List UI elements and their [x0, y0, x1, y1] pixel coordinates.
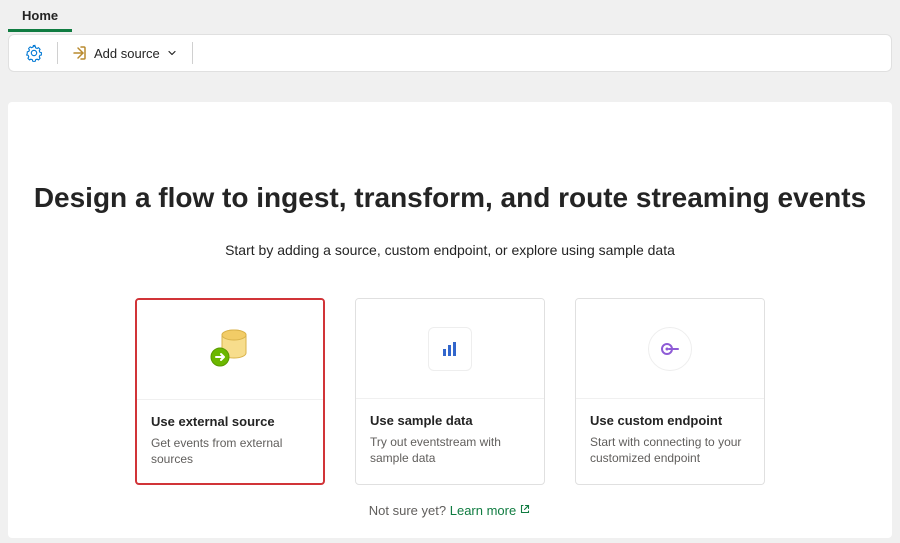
card-external-source[interactable]: Use external source Get events from exte…: [135, 298, 325, 485]
toolbar-wrap: Add source: [0, 32, 900, 72]
card-desc: Start with connecting to your customized…: [590, 434, 750, 466]
card-row: Use external source Get events from exte…: [8, 298, 892, 485]
toolbar: Add source: [8, 34, 892, 72]
bar-chart-icon: [428, 327, 472, 371]
database-arrow-icon: [204, 321, 256, 378]
card-sample-data[interactable]: Use sample data Try out eventstream with…: [355, 298, 545, 485]
external-link-icon: [519, 503, 531, 518]
card-body: Use external source Get events from exte…: [137, 400, 323, 483]
page-headline: Design a flow to ingest, transform, and …: [8, 182, 892, 214]
card-title: Use external source: [151, 414, 309, 429]
add-source-button[interactable]: Add source: [64, 39, 186, 67]
toolbar-separator: [192, 42, 193, 64]
settings-button[interactable]: [17, 39, 51, 67]
card-desc: Get events from external sources: [151, 435, 309, 467]
card-icon-area: [356, 299, 544, 399]
card-title: Use custom endpoint: [590, 413, 750, 428]
card-custom-endpoint[interactable]: Use custom endpoint Start with connectin…: [575, 298, 765, 485]
learn-more-link[interactable]: Learn more: [450, 503, 531, 518]
add-source-icon: [72, 45, 88, 61]
tab-home[interactable]: Home: [8, 0, 72, 32]
card-body: Use custom endpoint Start with connectin…: [576, 399, 764, 482]
gear-icon: [25, 44, 43, 62]
main-content: Design a flow to ingest, transform, and …: [8, 102, 892, 538]
tab-bar: Home: [0, 0, 900, 32]
card-icon-area: [137, 300, 323, 400]
learn-more-label: Learn more: [450, 503, 516, 518]
card-icon-area: [576, 299, 764, 399]
add-source-label: Add source: [94, 46, 160, 61]
toolbar-separator: [57, 42, 58, 64]
card-body: Use sample data Try out eventstream with…: [356, 399, 544, 482]
card-title: Use sample data: [370, 413, 530, 428]
footer-line: Not sure yet? Learn more: [8, 503, 892, 518]
card-desc: Try out eventstream with sample data: [370, 434, 530, 466]
page-subhead: Start by adding a source, custom endpoin…: [8, 242, 892, 258]
footer-prompt: Not sure yet?: [369, 503, 446, 518]
chevron-down-icon: [166, 47, 178, 59]
endpoint-icon: [648, 327, 692, 371]
